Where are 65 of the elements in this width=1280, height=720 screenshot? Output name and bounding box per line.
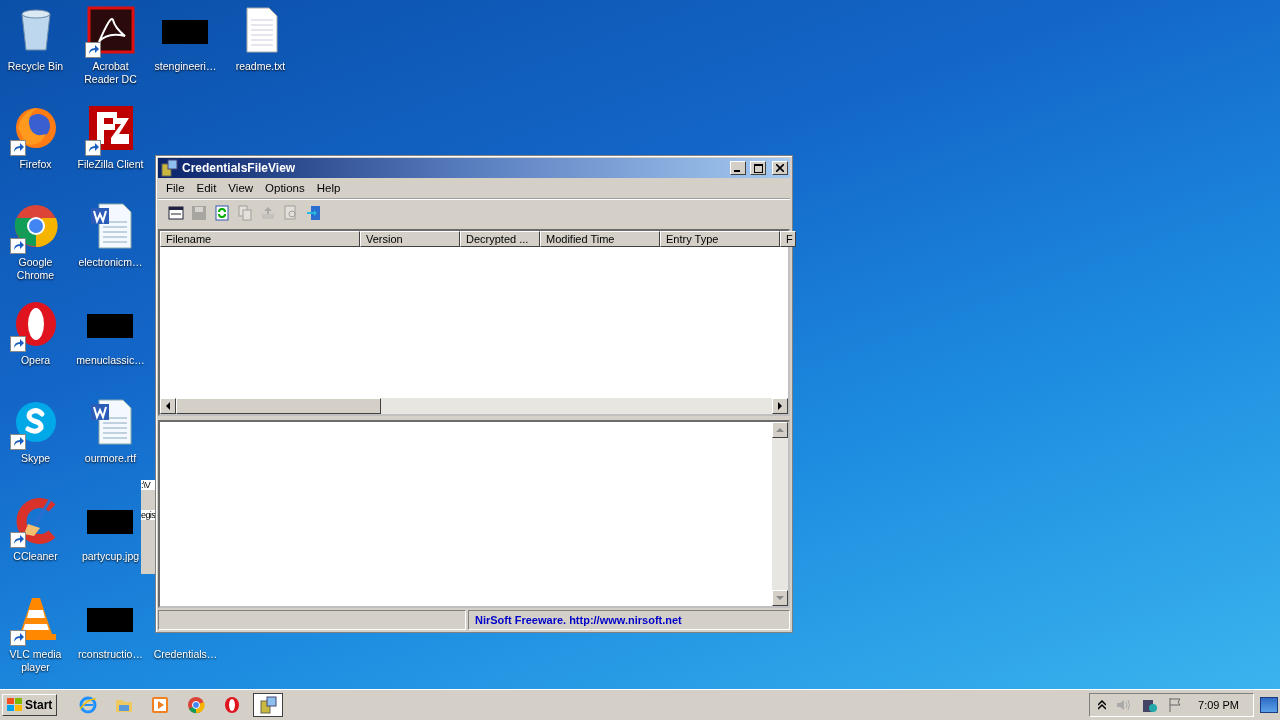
chevron-up-icon <box>1098 700 1107 710</box>
browser-e-icon <box>79 696 98 714</box>
find-icon <box>282 205 299 221</box>
maximize-icon <box>753 163 763 173</box>
export-icon <box>259 205 276 221</box>
start-button[interactable]: Start <box>2 694 58 716</box>
left-arrow-icon <box>165 402 171 410</box>
desktop-icon-label[interactable]: Opera <box>20 354 51 367</box>
menu-item[interactable]: Options <box>259 182 311 194</box>
desktop-icon-label[interactable]: Google Chrome <box>0 256 71 282</box>
window-title: CredentialsFileView <box>182 161 297 175</box>
desktop-icon-label[interactable]: menuclassic… <box>76 354 145 367</box>
show-desktop-button[interactable] <box>1260 697 1278 713</box>
windows-logo-icon <box>7 698 23 712</box>
app-icon <box>160 159 178 177</box>
refresh-icon <box>213 205 230 221</box>
window-icon <box>167 205 184 221</box>
window-text: :\V <box>141 480 155 490</box>
desktop-icon-label[interactable]: electronicm… <box>78 256 143 269</box>
column-header[interactable]: Version <box>360 231 460 247</box>
horizontal-scrollbar[interactable] <box>160 398 788 414</box>
flag-icon[interactable] <box>1168 697 1183 713</box>
menu-item[interactable]: Help <box>310 182 347 194</box>
app-icon <box>259 696 278 714</box>
desktop-icon-label[interactable]: ourmore.rtf <box>84 452 137 465</box>
close-icon <box>776 164 784 172</box>
network-icon[interactable] <box>1142 697 1159 713</box>
desktop-icon-label[interactable]: Skype <box>20 452 51 465</box>
column-header[interactable]: Modified Time <box>540 231 660 247</box>
desktop-icon-label[interactable]: Acrobat Reader DC <box>75 60 146 86</box>
taskbar-button[interactable] <box>253 693 284 717</box>
menu-item[interactable]: View <box>222 182 260 194</box>
maximize-button[interactable] <box>750 161 766 175</box>
column-header[interactable]: F <box>780 231 796 247</box>
down-arrow-icon <box>776 595 784 601</box>
play-icon <box>151 696 170 714</box>
desktop-icon-label[interactable]: FileZilla Client <box>77 158 144 171</box>
chrome-icon <box>187 696 206 714</box>
column-header[interactable]: Filename <box>160 231 360 247</box>
desktop-icon-label[interactable]: partycup.jpg <box>81 550 140 563</box>
desktop-icon-label[interactable]: stengineeri… <box>154 60 217 73</box>
exit-door-icon <box>305 205 322 221</box>
desktop-icon-label[interactable]: rconstructio… <box>78 648 143 661</box>
desktop-icon-label[interactable]: Recycle Bin <box>7 60 64 73</box>
close-button[interactable] <box>772 161 788 175</box>
column-header[interactable]: Decrypted ... <box>460 231 540 247</box>
desktop-icon-label[interactable]: readme.txt <box>235 60 286 73</box>
minimize-button[interactable] <box>730 161 746 175</box>
column-header[interactable]: Entry Type <box>660 231 780 247</box>
menu-item[interactable]: File <box>160 182 191 194</box>
up-arrow-icon <box>776 427 784 433</box>
copy-icon <box>236 205 253 221</box>
vertical-scrollbar[interactable] <box>772 422 788 606</box>
desktop-icon-label[interactable]: CCleaner <box>13 550 58 563</box>
desktop-icon-label[interactable]: Firefox <box>19 158 52 171</box>
opera-icon <box>223 696 242 714</box>
clock[interactable]: 7:09 PM <box>1198 699 1239 711</box>
status-text: NirSoft Freeware. http://www.nirsoft.net <box>475 614 682 626</box>
window-text: egis <box>141 510 155 520</box>
desktop-icon-label[interactable]: VLC media player <box>0 648 71 674</box>
desktop-icon-label[interactable]: Credentials… <box>153 648 218 661</box>
acrobat-icon <box>86 6 135 54</box>
right-arrow-icon <box>777 402 783 410</box>
menu-item[interactable]: Edit <box>190 182 223 194</box>
filezilla-icon <box>86 104 135 152</box>
